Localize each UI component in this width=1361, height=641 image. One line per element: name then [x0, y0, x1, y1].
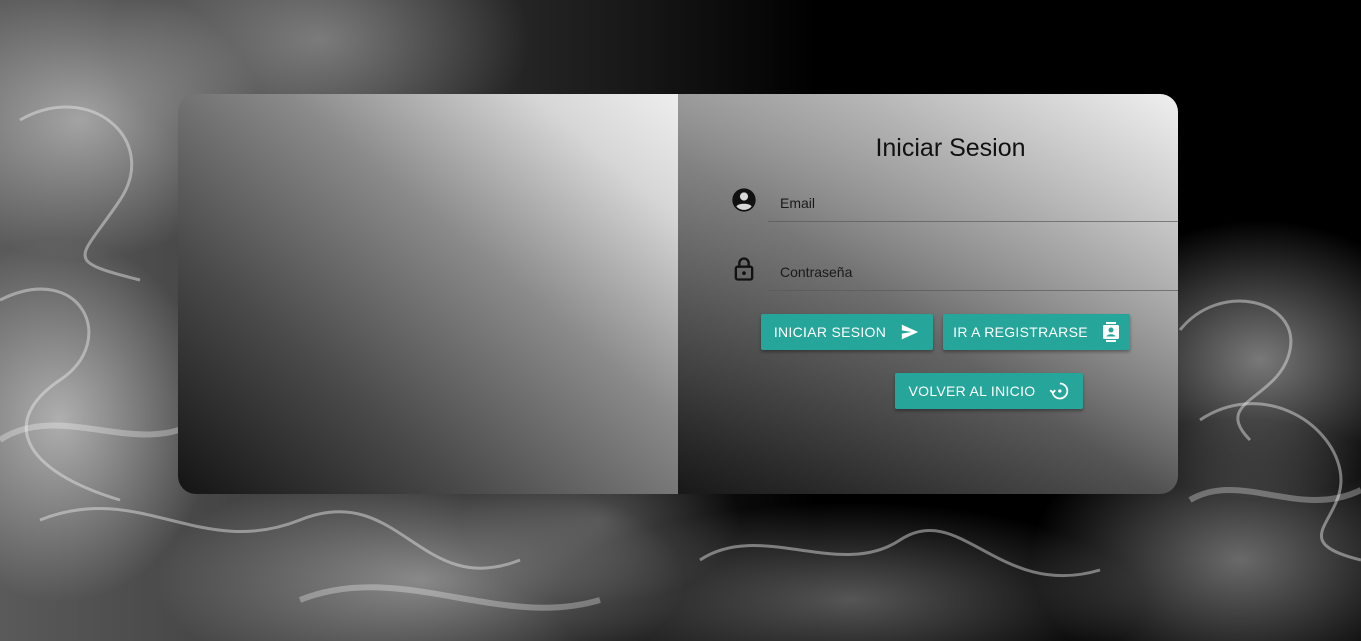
password-field	[768, 254, 1178, 291]
email-input[interactable]	[768, 185, 1178, 221]
page: Iniciar Sesion Email INICIAR SESION IR A…	[0, 0, 1361, 641]
login-card: Iniciar Sesion Email INICIAR SESION IR A…	[178, 94, 1178, 494]
home-button-label: VOLVER AL INICIO	[908, 383, 1036, 399]
history-icon	[1049, 381, 1069, 401]
send-icon	[900, 323, 920, 341]
lock-open-icon	[730, 255, 758, 283]
email-field	[768, 185, 1178, 222]
contact-card-icon	[1102, 322, 1120, 342]
password-input[interactable]	[768, 254, 1178, 290]
page-title: Iniciar Sesion	[875, 134, 1026, 162]
login-button-label: INICIAR SESION	[773, 324, 887, 340]
back-to-home-button[interactable]: VOLVER AL INICIO	[895, 373, 1083, 409]
go-to-register-button[interactable]: IR A REGISTRARSE	[943, 314, 1130, 350]
account-circle-icon	[730, 186, 758, 214]
login-form-panel: Iniciar Sesion Email INICIAR SESION IR A…	[678, 94, 1178, 494]
register-button-label: IR A REGISTRARSE	[953, 324, 1088, 340]
card-image-panel	[178, 94, 678, 494]
login-button[interactable]: INICIAR SESION	[761, 314, 933, 350]
